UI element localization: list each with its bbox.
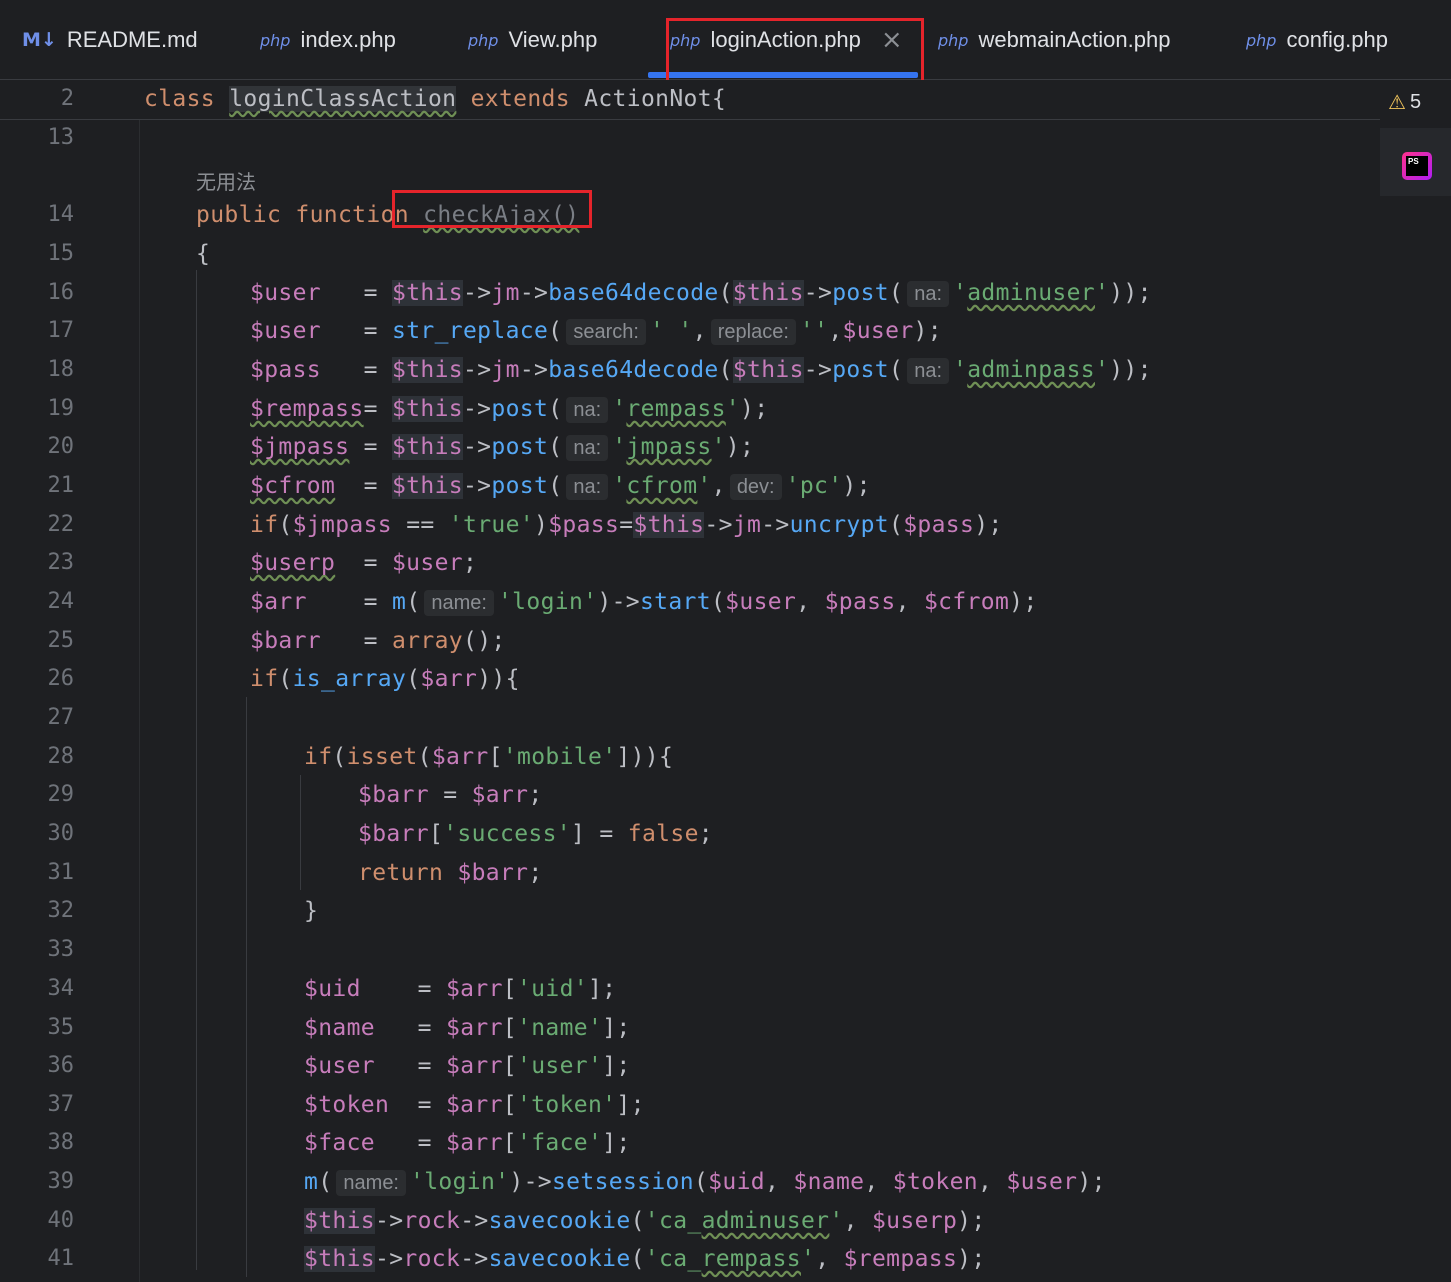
code-line-14[interactable]: public function checkAjax() (196, 202, 579, 228)
code-line-22[interactable]: if($jmpass == 'true')$pass=$this->jm->un… (250, 512, 1003, 538)
code-line-37[interactable]: $token = $arr['token']; (304, 1092, 645, 1118)
code-line-36[interactable]: $user = $arr['user']; (304, 1053, 631, 1079)
line-number[interactable]: 26 (0, 666, 75, 691)
tab-label: View.php (508, 27, 598, 52)
line-number[interactable]: 19 (0, 396, 75, 421)
code-line-30[interactable]: $barr['success'] = false; (358, 821, 713, 847)
line-number[interactable]: 25 (0, 628, 75, 653)
line-number[interactable]: 21 (0, 473, 75, 498)
line-number[interactable]: 2 (0, 86, 74, 111)
line-number[interactable]: 35 (0, 1015, 75, 1040)
line-number[interactable]: 17 (0, 318, 75, 343)
line-number[interactable]: 39 (0, 1169, 75, 1194)
php-file-icon: php (468, 30, 499, 50)
code-line-18[interactable]: $pass = $this->jm->base64decode($this->p… (250, 357, 1152, 384)
line-number[interactable]: 16 (0, 280, 75, 305)
code-line-17[interactable]: $user = str_replace(search: ' ', replace: '… (250, 318, 942, 345)
code-line-2[interactable]: class loginClassAction extends ActionNot… (144, 86, 726, 112)
code-line-15[interactable]: { (196, 241, 210, 267)
code-line-31[interactable]: return $barr; (358, 860, 543, 886)
tab-index-php[interactable]: php index.php (260, 0, 396, 80)
line-number[interactable]: 38 (0, 1130, 75, 1155)
close-icon[interactable]: × (881, 25, 903, 55)
php-file-icon: php (938, 30, 969, 50)
line-number[interactable]: 23 (0, 550, 75, 575)
php-file-icon: php (1246, 30, 1277, 50)
code-line-35[interactable]: $name = $arr['name']; (304, 1015, 631, 1041)
markdown-file-icon: M↓ (22, 29, 57, 51)
code-line-24[interactable]: $arr = m(name:'login')->start($user, $pa… (250, 589, 1038, 616)
tab-label: README.md (66, 27, 198, 52)
code-line-41[interactable]: $this->rock->savecookie('ca_rempass', $r… (304, 1246, 986, 1272)
line-number[interactable]: 28 (0, 744, 75, 769)
code-line-19[interactable]: $rempass= $this->post(na:'rempass'); (250, 396, 768, 423)
tab-label: loginAction.php (710, 27, 861, 52)
line-number[interactable]: 37 (0, 1092, 75, 1117)
code-line-23[interactable]: $userp = $user; (250, 550, 477, 576)
line-number[interactable]: 13 (0, 125, 75, 150)
line-number[interactable]: 34 (0, 976, 75, 1001)
active-tab-indicator (648, 72, 918, 78)
tab-readme[interactable]: M↓ README.md (22, 0, 198, 80)
code-line-16[interactable]: $user = $this->jm->base64decode($this->p… (250, 280, 1152, 307)
line-number[interactable]: 22 (0, 512, 75, 537)
line-number[interactable]: 33 (0, 937, 75, 962)
tab-config-php[interactable]: php config.php (1246, 0, 1388, 80)
tab-label: index.php (300, 27, 396, 52)
code-line-34[interactable]: $uid = $arr['uid']; (304, 976, 616, 1002)
line-number[interactable]: 32 (0, 898, 75, 923)
code-line-28[interactable]: if(isset($arr['mobile'])){ (304, 744, 673, 770)
warning-count: 5 (1409, 90, 1422, 113)
tab-label: config.php (1286, 27, 1388, 52)
line-number[interactable]: 36 (0, 1053, 75, 1078)
tab-webmainaction-php[interactable]: php webmainAction.php (938, 0, 1170, 80)
line-number[interactable]: 15 (0, 241, 75, 266)
code-line-32[interactable]: } (304, 898, 318, 924)
warning-icon: ⚠ (1388, 90, 1406, 114)
code-line-29[interactable]: $barr = $arr; (358, 782, 543, 808)
line-number[interactable]: 40 (0, 1208, 75, 1233)
line-number[interactable]: 14 (0, 202, 75, 227)
tab-loginaction-php[interactable]: php loginAction.php × (670, 0, 903, 80)
line-number[interactable]: 18 (0, 357, 75, 382)
indent-guide (196, 270, 197, 1270)
indent-guide (300, 775, 301, 890)
php-file-icon: php (260, 30, 291, 50)
warnings-indicator[interactable]: ⚠ 5 (1388, 90, 1421, 114)
line-number[interactable]: 30 (0, 821, 75, 846)
tab-view-php[interactable]: php View.php (468, 0, 597, 80)
line-number[interactable]: 41 (0, 1246, 75, 1271)
code-line-26[interactable]: if(is_array($arr)){ (250, 666, 520, 692)
line-number[interactable]: 31 (0, 860, 75, 885)
line-number[interactable]: 20 (0, 434, 75, 459)
code-line-21[interactable]: $cfrom = $this->post(na:'cfrom', dev:'pc'… (250, 473, 871, 500)
php-file-icon: php (670, 30, 701, 50)
indent-guide (246, 697, 247, 1277)
line-number[interactable]: 29 (0, 782, 75, 807)
code-line-40[interactable]: $this->rock->savecookie('ca_adminuser', … (304, 1208, 986, 1234)
line-number[interactable]: 27 (0, 705, 75, 730)
code-line-25[interactable]: $barr = array(); (250, 628, 506, 654)
line-number[interactable]: 24 (0, 589, 75, 614)
usage-hint: 无用法 (196, 172, 256, 194)
code-line-38[interactable]: $face = $arr['face']; (304, 1130, 631, 1156)
tab-label: webmainAction.php (978, 27, 1171, 52)
code-line-20[interactable]: $jmpass = $this->post(na:'jmpass'); (250, 434, 754, 461)
editor-tab-bar: M↓ README.md php index.php php View.php … (0, 0, 1451, 80)
code-line-39[interactable]: m(name:'login')->setsession($uid, $name,… (304, 1169, 1106, 1196)
phpstorm-icon[interactable]: PS (1402, 152, 1432, 180)
